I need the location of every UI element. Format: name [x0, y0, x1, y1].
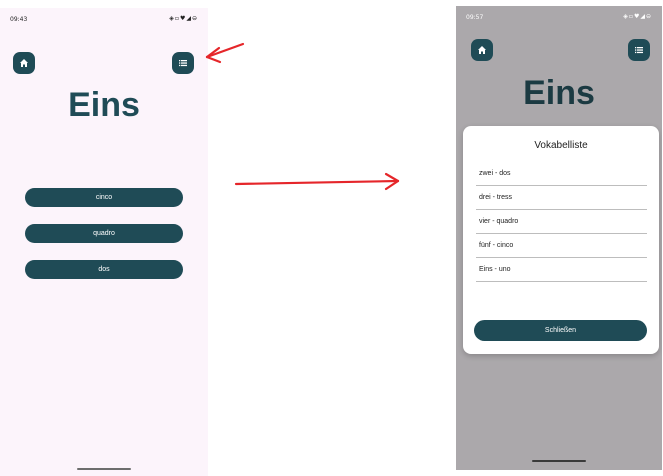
screenshot-canvas: 09:43 ◈▫♥◢⊖ Eins cinco quadro dos 09:57 …: [0, 0, 663, 476]
gesture-nav-bar[interactable]: [77, 468, 131, 470]
answer-button[interactable]: cinco: [25, 188, 183, 207]
left-phone-screen: 09:43 ◈▫♥◢⊖ Eins cinco quadro dos: [0, 8, 208, 476]
home-button[interactable]: [471, 39, 493, 61]
vocab-list: zwei - dos drei - tress vier - quadro fü…: [476, 162, 647, 282]
home-icon: [19, 58, 29, 68]
dialog-title: Vokabelliste: [534, 140, 588, 151]
gesture-nav-bar[interactable]: [532, 460, 586, 462]
answer-button[interactable]: quadro: [25, 224, 183, 243]
quiz-word-title: Eins: [523, 74, 595, 112]
answer-button[interactable]: dos: [25, 260, 183, 279]
vocab-list-item: zwei - dos: [476, 162, 647, 186]
vocab-list-item: Eins - uno: [476, 258, 647, 282]
right-phone-screen: 09:57 ◈▫♥◢⊖ Eins Vokabelliste zwei - dos: [456, 6, 662, 470]
vocab-list-item: drei - tress: [476, 186, 647, 210]
vocab-list-item: fünf - cinco: [476, 234, 647, 258]
status-bar: 09:43 ◈▫♥◢⊖: [0, 8, 208, 26]
quiz-word-title: Eins: [68, 86, 140, 124]
vocab-list-dialog: Vokabelliste zwei - dos drei - tress vie…: [463, 126, 659, 354]
vocab-list-button[interactable]: [628, 39, 650, 61]
status-bar: 09:57 ◈▫♥◢⊖: [456, 6, 662, 24]
transition-arrow-icon: [234, 172, 400, 191]
home-icon: [477, 45, 487, 55]
status-time: 09:57: [466, 14, 484, 21]
list-icon: [178, 58, 188, 68]
status-time: 09:43: [10, 16, 28, 23]
vocab-list-button[interactable]: [172, 52, 194, 74]
pointer-arrow-icon: [205, 42, 245, 64]
home-button[interactable]: [13, 52, 35, 74]
vocab-list-item: vier - quadro: [476, 210, 647, 234]
status-icons: ◈▫♥◢⊖: [623, 13, 652, 20]
close-dialog-button[interactable]: Schließen: [474, 320, 647, 341]
status-icons: ◈▫♥◢⊖: [169, 15, 198, 22]
list-icon: [634, 45, 644, 55]
